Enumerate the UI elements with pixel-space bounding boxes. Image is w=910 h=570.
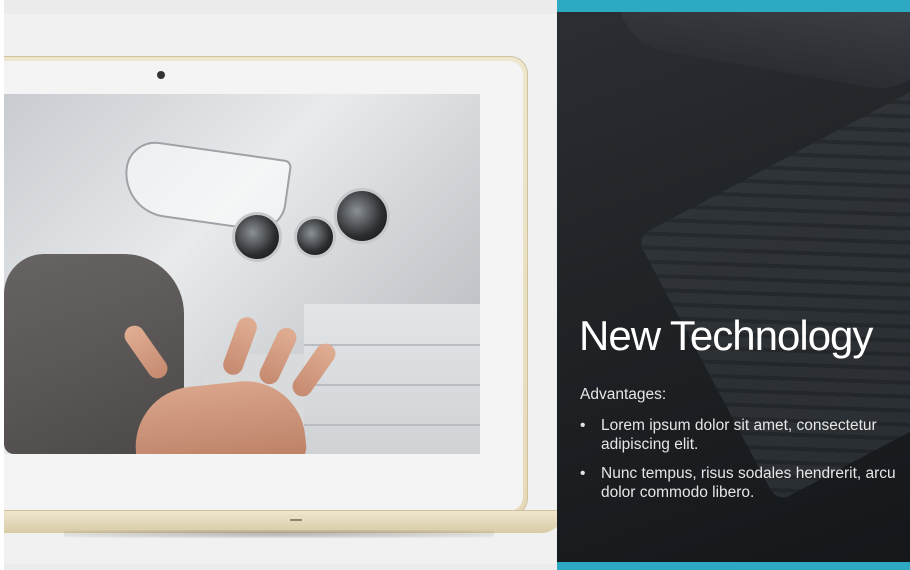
laptop-camera [157, 71, 165, 79]
cabinet [304, 304, 480, 454]
bullet-item: • Lorem ipsum dolor sit amet, consectetu… [580, 416, 902, 454]
laptop-screen-photo [4, 94, 480, 454]
accent-bar-bottom [557, 562, 910, 570]
cabinet-drawer-line [304, 384, 480, 386]
bullet-text: Nunc tempus, risus sodales hendrerit, ar… [601, 465, 896, 501]
slide-title: New Technology [579, 312, 873, 359]
bullet-list: • Lorem ipsum dolor sit amet, consectetu… [580, 416, 902, 512]
text-panel: New Technology Advantages: • Lorem ipsum… [557, 0, 910, 570]
image-panel [4, 14, 564, 564]
loupe-lens [232, 212, 282, 262]
background-sleeve [609, 0, 910, 97]
slide-subtitle: Advantages: [580, 386, 667, 403]
laptop-shadow [64, 530, 494, 538]
slide: New Technology Advantages: • Lorem ipsum… [4, 0, 910, 570]
bullet-glyph: • [580, 465, 586, 482]
bullet-glyph: • [580, 417, 586, 434]
laptop-notch [290, 519, 302, 521]
bullet-item: • Nunc tempus, risus sodales hendrerit, … [580, 464, 902, 502]
bullet-text: Lorem ipsum dolor sit amet, consectetur … [601, 417, 877, 453]
loupe-lens [334, 188, 390, 244]
cabinet-drawer-line [304, 424, 480, 426]
loupe-lens [294, 216, 336, 258]
accent-bar-top [557, 0, 910, 12]
